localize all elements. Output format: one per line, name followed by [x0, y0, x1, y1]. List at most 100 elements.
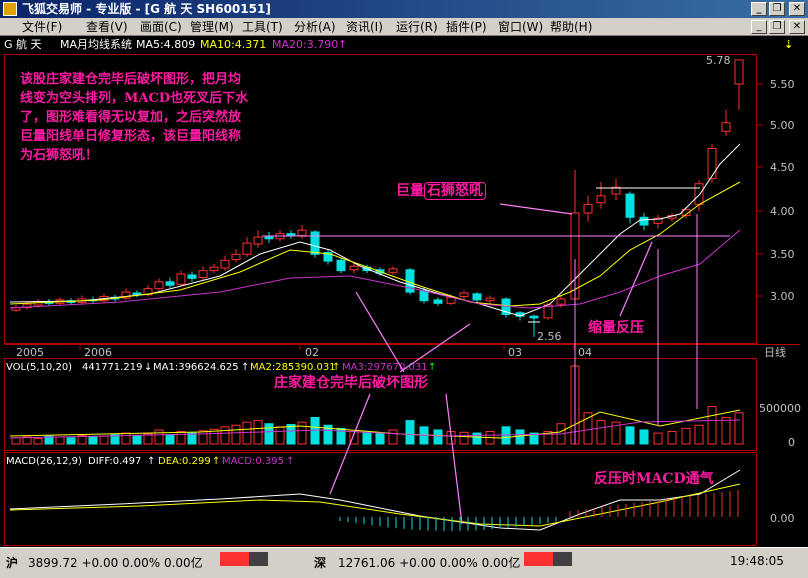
volume-bar [694, 424, 704, 445]
indicator-name[interactable]: MA月均线系统 [60, 36, 132, 54]
candle-body [472, 293, 482, 301]
menu-tools[interactable]: 工具(T) [242, 18, 283, 36]
volume-bar [721, 416, 731, 445]
volume-bar [165, 434, 175, 445]
vol-ma3-arrow-icon: ↑ [428, 362, 436, 373]
volume-bar [132, 434, 142, 445]
candle-body [721, 122, 731, 132]
price-tick: 4.50 [770, 161, 795, 174]
candle-body [209, 266, 219, 272]
candle-body [286, 233, 296, 236]
volume-bar [286, 424, 296, 445]
shrink-volume-annotation: 缩量反压 [588, 320, 644, 336]
status-bar: 沪 3899.72 +0.00 0.00% 0.00亿 深 12761.06 +… [0, 547, 808, 578]
candle-body [132, 292, 142, 296]
macd-value: MACD:0.395 [222, 456, 284, 467]
vol-axis-tick: 500000 [759, 402, 801, 415]
volume-bar [362, 431, 372, 445]
volume-bar [297, 421, 307, 445]
volume-bar [388, 429, 398, 445]
volume-bar [220, 426, 230, 445]
macd-header: MACD(26,12,9) [6, 456, 82, 467]
menu-manage[interactable]: 管理(M) [190, 18, 234, 36]
menu-bar: 文件(F) 查看(V) 画面(C) 管理(M) 工具(T) 分析(A) 资讯(I… [0, 18, 808, 36]
vol-axis-tick: 0 [788, 436, 795, 449]
candle-body [583, 203, 593, 214]
candle-body [264, 236, 274, 240]
vol-header: VOL(5,10,20) [6, 362, 72, 373]
volume-bar [275, 426, 285, 445]
candle-body [459, 292, 469, 297]
candle-body [220, 259, 230, 269]
volume-bar [33, 438, 43, 445]
menu-plugins[interactable]: 插件(P) [446, 18, 487, 36]
candle-body [485, 297, 495, 302]
candle-body [556, 298, 566, 305]
candle-body [734, 59, 744, 85]
volume-bar [734, 412, 744, 445]
candle-body [231, 253, 241, 260]
annotation-arrow [355, 291, 405, 373]
macd-dea: DEA:0.299 [158, 456, 211, 467]
app-window: 飞狐交易师 - 专业版 - [G 航 天 SH600151] _ ❐ ✕ 文件(… [0, 0, 808, 578]
restore-button[interactable]: ❐ [769, 2, 785, 16]
candle-body [165, 281, 175, 286]
volume-bar [242, 421, 252, 445]
volume-bar [625, 426, 635, 445]
volume-bar [515, 429, 525, 445]
sh-breadth-bar [220, 552, 268, 566]
volume-bar [653, 432, 663, 445]
menu-analysis[interactable]: 分析(A) [294, 18, 336, 36]
volume-bar [681, 427, 691, 445]
menu-window[interactable]: 窗口(W) [498, 18, 543, 36]
menu-file[interactable]: 文件(F) [22, 18, 62, 36]
volume-bar [231, 424, 241, 445]
volume-bar [264, 423, 274, 445]
volume-bar [639, 429, 649, 445]
macd-arrow-icon: ↑ [286, 456, 294, 467]
sz-breadth-bar [524, 552, 572, 566]
minimize-button[interactable]: _ [751, 2, 767, 16]
annotation-arrow [499, 203, 573, 215]
stock-name[interactable]: G 航 天 [4, 36, 42, 54]
month-label: 03 [508, 346, 522, 359]
menu-screen[interactable]: 画面(C) [140, 18, 182, 36]
ma20-arrow-icon: ↑ [338, 38, 348, 51]
close-button[interactable]: ✕ [789, 2, 805, 16]
price-tick: 3.00 [770, 290, 795, 303]
menu-help[interactable]: 帮助(H) [550, 18, 592, 36]
menu-info[interactable]: 资讯(I) [346, 18, 383, 36]
candle-body [176, 273, 186, 285]
period-label[interactable]: 日线 [764, 345, 786, 359]
ma5-value: MA5:4.809 [136, 38, 196, 51]
candle-body [529, 315, 539, 319]
sz-index-value: 12761.06 +0.00 0.00% 0.00亿 [338, 556, 521, 570]
macd-diff-arrow-icon: ↑ [147, 456, 155, 467]
candle-body [336, 259, 346, 272]
annotation-line: 为石狮怒吼！ [20, 148, 99, 163]
menu-view[interactable]: 查看(V) [86, 18, 128, 36]
price-tick: 5.50 [770, 78, 795, 91]
year-label: 2005 [16, 346, 44, 359]
annotation-arrow [619, 241, 653, 317]
volume-bar [707, 406, 717, 445]
candle-body [187, 274, 197, 279]
candle-body [433, 299, 443, 304]
menu-run[interactable]: 运行(R) [396, 18, 438, 36]
volume-bar [433, 429, 443, 445]
stone-lion-box: 石狮怒吼 [424, 182, 486, 200]
price-tick: 4.00 [770, 205, 795, 218]
volume-bar [459, 431, 469, 445]
price-tick: 3.50 [770, 248, 795, 261]
low-price-label: 2.56 [537, 330, 562, 343]
volume-bar [375, 432, 385, 445]
doc-close-button[interactable]: ✕ [789, 20, 805, 34]
macd-dea-arrow-icon: ↑ [212, 456, 220, 467]
pin-icon[interactable]: ⇣ [784, 36, 793, 54]
vol-value: 441771.219 [82, 362, 142, 373]
year-label: 2006 [84, 346, 112, 359]
doc-restore-button[interactable]: ❐ [769, 20, 785, 34]
candle-body [198, 270, 208, 278]
doc-minimize-button[interactable]: _ [751, 20, 767, 34]
macd-diff: DIFF:0.497 [88, 456, 141, 467]
